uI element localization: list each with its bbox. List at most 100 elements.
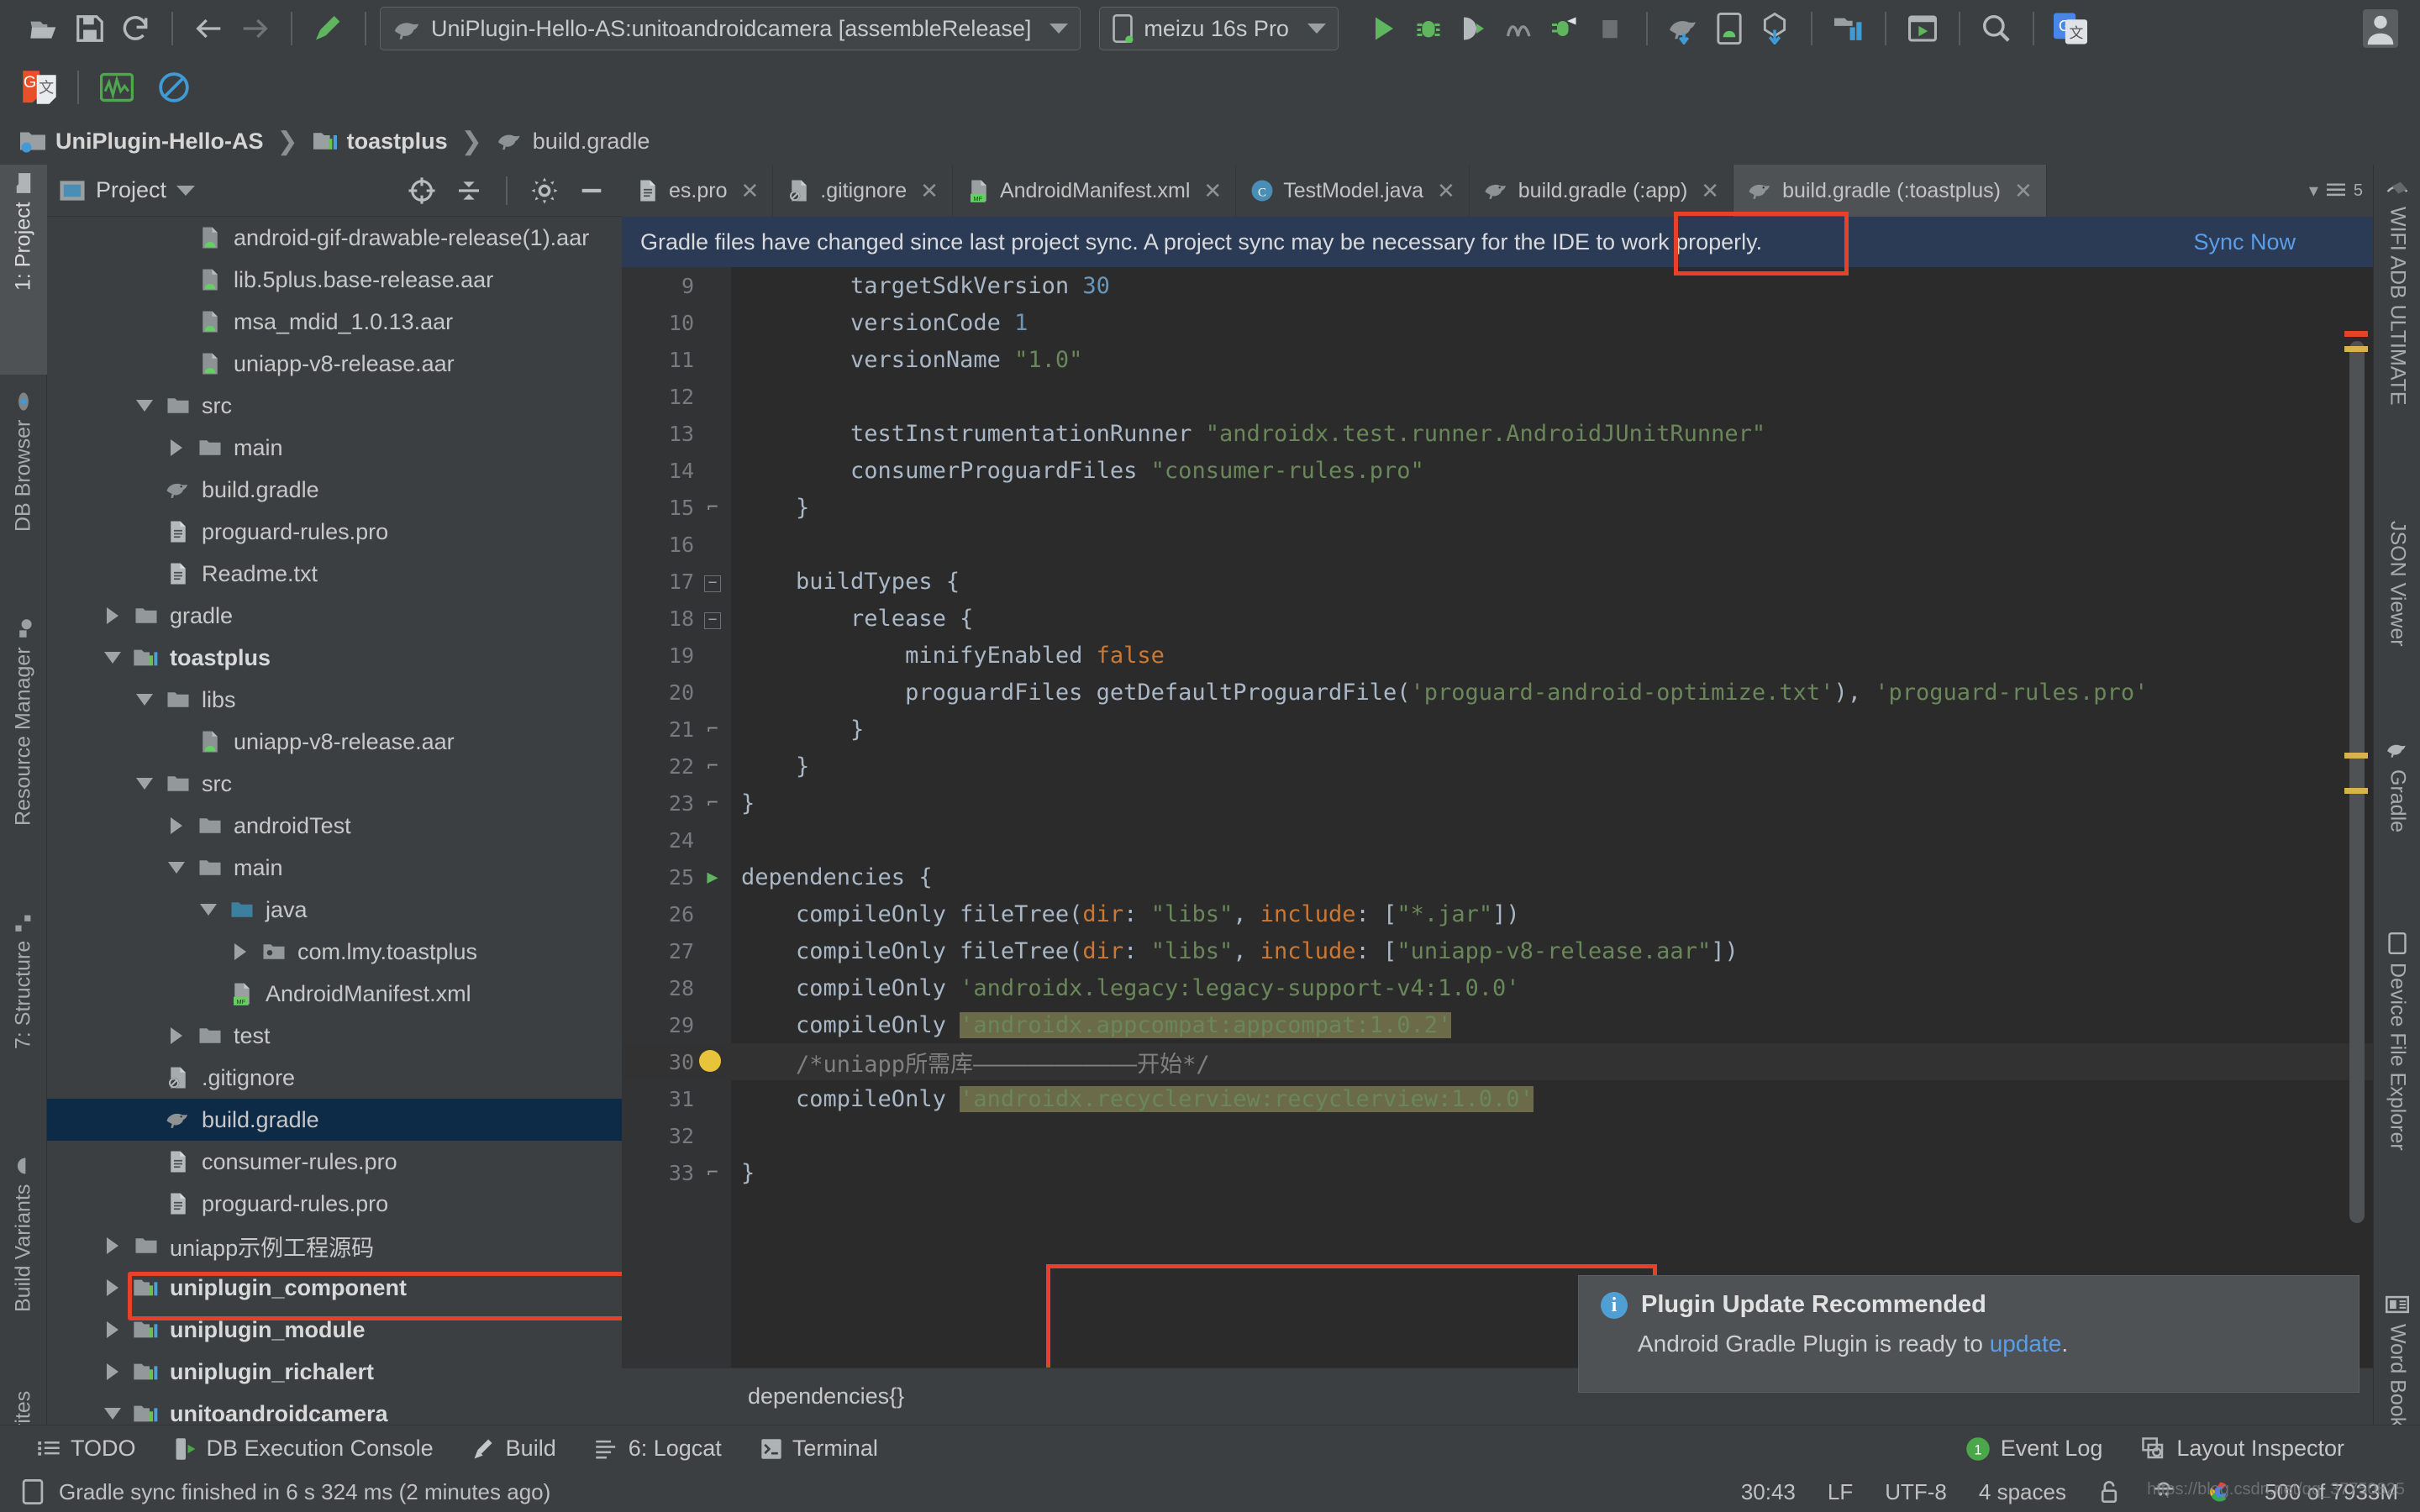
code-line-23[interactable]: 23 ⌐} [622, 785, 2373, 822]
plugin-update-link[interactable]: update [1990, 1331, 2062, 1357]
tree-node--gitignore[interactable]: .gitignore [47, 1057, 622, 1099]
code-editor[interactable]: 9 targetSdkVersion 30 10 versionCode 1 11 … [622, 267, 2373, 1368]
rerun-debug-icon[interactable] [1542, 6, 1587, 51]
editor-tabs-overflow[interactable]: ▾ 5 [2299, 165, 2373, 217]
chevron-right-icon[interactable] [96, 1225, 129, 1267]
caret-position[interactable]: 30:43 [1741, 1479, 1796, 1505]
sdk-manager-icon[interactable] [1752, 6, 1797, 51]
editor-tab-build-gradle-toastplus-[interactable]: build.gradle (:toastplus) ✕ [1733, 165, 2047, 217]
project-tree[interactable]: android-gif-drawable-release(1).aar lib.5… [47, 217, 622, 1425]
chevron-right-icon[interactable] [96, 595, 129, 637]
attach-debugger-icon[interactable] [1451, 6, 1497, 51]
sidebar-item-structure[interactable]: 7: Structure [0, 904, 47, 1139]
chevron-down-icon[interactable] [96, 1393, 129, 1425]
profiler-icon[interactable] [1497, 6, 1542, 51]
chevron-down-icon[interactable] [160, 847, 193, 889]
breadcrumb-item-project[interactable]: UniPlugin-Hello-AS [18, 129, 263, 155]
bottom-tab-6-logcat[interactable]: 6: Logcat [595, 1436, 722, 1462]
monitor-graph-icon[interactable] [94, 65, 139, 110]
fold-start-icon[interactable]: − [694, 571, 731, 592]
sidebar-item-gradle[interactable]: Gradle [2374, 727, 2420, 912]
run-configuration-selector[interactable]: UniPlugin-Hello-AS:unitoandroidcamera [a… [380, 7, 1081, 50]
run-icon[interactable] [1360, 6, 1406, 51]
fold-start-icon[interactable]: − [694, 608, 731, 629]
fold-end-icon[interactable]: ⌐ [694, 1163, 731, 1184]
locate-file-icon[interactable] [403, 172, 440, 209]
tree-node-unitoandroidcamera[interactable]: unitoandroidcamera [47, 1393, 622, 1425]
avd-manager-icon[interactable] [1707, 6, 1752, 51]
tree-node-msa-mdid-1-0-13-aar[interactable]: msa_mdid_1.0.13.aar [47, 301, 622, 343]
tree-node-src[interactable]: src [47, 385, 622, 427]
forward-arrow-icon[interactable] [232, 6, 277, 51]
chevron-right-icon[interactable] [160, 1015, 193, 1057]
tree-node-main[interactable]: main [47, 427, 622, 469]
tree-node-proguard-rules-pro[interactable]: proguard-rules.pro [47, 511, 622, 553]
tree-node-consumer-rules-pro[interactable]: consumer-rules.pro [47, 1141, 622, 1183]
chevron-right-icon[interactable] [160, 427, 193, 469]
fold-end-icon[interactable]: ⌐ [694, 793, 731, 814]
close-icon[interactable]: ✕ [2014, 178, 2033, 204]
chevron-right-icon[interactable] [160, 805, 193, 847]
chevron-down-icon[interactable] [1050, 24, 1069, 34]
tab-list-icon[interactable] [2325, 181, 2347, 200]
debug-icon[interactable] [1406, 6, 1451, 51]
fold-end-icon[interactable]: ⌐ [694, 756, 731, 777]
no-entry-icon[interactable] [151, 65, 197, 110]
sidebar-item-db-browser[interactable]: DB Browser [0, 383, 47, 601]
code-line-33[interactable]: 33 ⌐} [622, 1154, 2373, 1191]
bottom-tab-event-log[interactable]: 1 Event Log [1965, 1436, 2102, 1462]
settings-gear-icon[interactable] [526, 172, 563, 209]
file-encoding[interactable]: UTF-8 [1885, 1479, 1947, 1505]
close-icon[interactable]: ✕ [1701, 178, 1719, 204]
code-line-14[interactable]: 14 consumerProguardFiles "consumer-rules… [622, 452, 2373, 489]
code-line-29[interactable]: 29 compileOnly 'androidx.appcompat:appco… [622, 1006, 2373, 1043]
sidebar-item-wifi-adb[interactable]: WIFI ADB ULTIMATE [2374, 165, 2420, 501]
code-line-12[interactable]: 12 [622, 378, 2373, 415]
code-line-28[interactable]: 28 compileOnly 'androidx.legacy:legacy-s… [622, 969, 2373, 1006]
code-line-24[interactable]: 24 [622, 822, 2373, 858]
editor-tab--gitignore[interactable]: .gitignore ✕ [773, 165, 953, 217]
close-icon[interactable]: ✕ [740, 178, 759, 204]
code-line-19[interactable]: 19 minifyEnabled false [622, 637, 2373, 674]
sync-gradle-icon[interactable] [1661, 6, 1707, 51]
search-icon[interactable] [1974, 6, 2019, 51]
breadcrumb-item-module[interactable]: toastplus [312, 129, 448, 155]
line-separator[interactable]: LF [1828, 1479, 1853, 1505]
chevron-down-icon-tabs[interactable]: ▾ [2309, 180, 2318, 202]
close-icon[interactable]: ✕ [1203, 178, 1222, 204]
code-line-17[interactable]: 17− buildTypes { [622, 563, 2373, 600]
chevron-right-icon[interactable] [96, 1351, 129, 1393]
tree-node-android-gif-drawable-release-1-aar[interactable]: android-gif-drawable-release(1).aar [47, 217, 622, 259]
bottom-tab-todo[interactable]: TODO [37, 1436, 136, 1462]
tree-node-androidtest[interactable]: androidTest [47, 805, 622, 847]
hide-panel-icon[interactable] [573, 172, 610, 209]
tree-node-build-gradle[interactable]: build.gradle [47, 469, 622, 511]
collapse-all-icon[interactable] [450, 172, 487, 209]
code-line-15[interactable]: 15 ⌐ } [622, 489, 2373, 526]
code-line-31[interactable]: 31 compileOnly 'androidx.recyclerview:re… [622, 1080, 2373, 1117]
tree-node-uniapp-v8-release-aar[interactable]: uniapp-v8-release.aar [47, 343, 622, 385]
lock-icon[interactable] [2098, 1479, 2120, 1504]
sync-now-button[interactable]: Sync Now [2193, 217, 2296, 267]
code-line-27[interactable]: 27 compileOnly fileTree(dir: "libs", inc… [622, 932, 2373, 969]
tree-node-com-lmy-toastplus[interactable]: com.lmy.toastplus [47, 931, 622, 973]
save-all-icon[interactable] [67, 6, 113, 51]
sidebar-item-json-viewer[interactable]: JSON Viewer [2374, 509, 2420, 719]
tree-node-src[interactable]: src [47, 763, 622, 805]
chevron-right-icon[interactable] [96, 1267, 129, 1309]
tree-node-androidmanifest-xml[interactable]: MF AndroidManifest.xml [47, 973, 622, 1015]
intention-bulb-icon[interactable] [699, 1050, 721, 1072]
tree-node-main[interactable]: main [47, 847, 622, 889]
breadcrumb-item-file[interactable]: build.gradle [496, 129, 650, 155]
device-selector[interactable]: meizu 16s Pro [1099, 7, 1339, 50]
code-line-21[interactable]: 21 ⌐ } [622, 711, 2373, 748]
code-line-9[interactable]: 9 targetSdkVersion 30 [622, 267, 2373, 304]
layout-preview-icon[interactable] [1900, 6, 1945, 51]
stop-icon[interactable] [1587, 6, 1633, 51]
tree-node-uniapp-[interactable]: uniapp示例工程源码 [47, 1225, 622, 1267]
code-line-20[interactable]: 20 proguardFiles getDefaultProguardFile(… [622, 674, 2373, 711]
code-lines[interactable]: 9 targetSdkVersion 30 10 versionCode 1 11 … [622, 267, 2373, 1368]
tree-node-lib-5plus-base-release-aar[interactable]: lib.5plus.base-release.aar [47, 259, 622, 301]
tree-node-proguard-rules-pro[interactable]: proguard-rules.pro [47, 1183, 622, 1225]
plugin-update-notification[interactable]: i Plugin Update Recommended Android Grad… [1578, 1275, 2360, 1393]
